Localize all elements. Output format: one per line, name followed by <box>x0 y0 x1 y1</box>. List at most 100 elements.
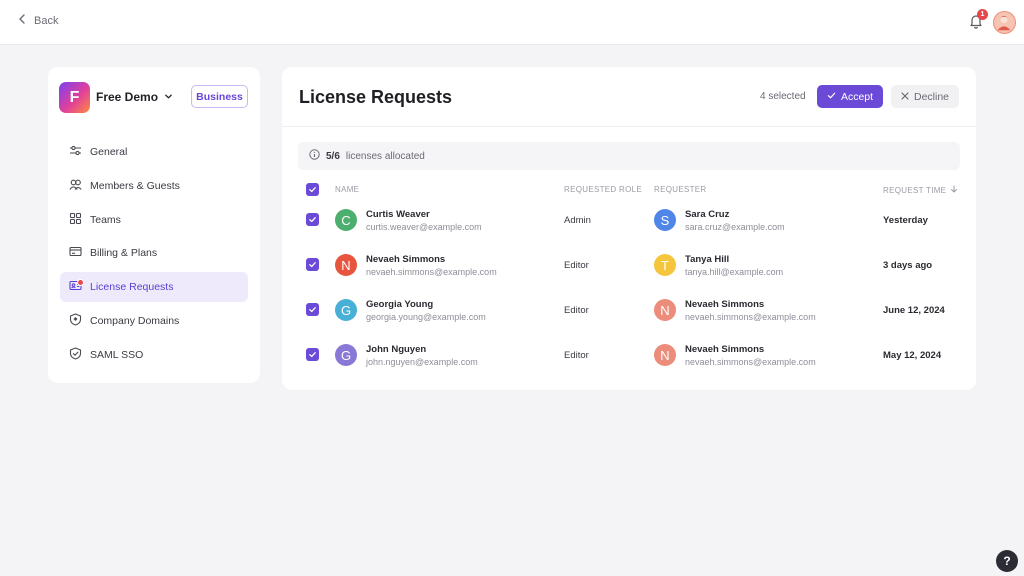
top-bar: Back 1 <box>0 0 1024 45</box>
avatar-initial: G <box>340 347 352 363</box>
sidebar-item-label: Company Domains <box>90 314 180 327</box>
page-title: License Requests <box>299 87 453 107</box>
user-name: Georgia Young <box>366 299 434 310</box>
request-time: Yesterday <box>883 215 928 226</box>
sidebar-item-label: Members & Guests <box>90 179 180 192</box>
close-icon <box>901 91 909 103</box>
requester-avatar: T <box>654 254 676 276</box>
request-time: June 12, 2024 <box>883 305 945 316</box>
accept-button[interactable]: Accept <box>817 85 883 108</box>
user-name: John Nguyen <box>366 344 427 355</box>
allocation-count: 5/6 <box>326 150 340 162</box>
decline-label: Decline <box>913 90 950 103</box>
request-time: 3 days ago <box>883 260 933 271</box>
avatar-initial: N <box>660 302 670 318</box>
sidebar-item-license-requests[interactable]: License Requests <box>60 272 248 303</box>
check-icon <box>827 91 836 103</box>
user-avatar: C <box>335 209 357 231</box>
notification-dot <box>77 279 84 287</box>
user-email: nevaeh.simmons@example.com <box>366 267 497 277</box>
column-header-time[interactable]: REQUEST TIME <box>883 185 958 195</box>
requester-name: Nevaeh Simmons <box>685 299 765 310</box>
sidebar-item-label: SAML SSO <box>90 348 144 361</box>
users-icon <box>69 178 82 194</box>
user-email: curtis.weaver@example.com <box>366 222 482 232</box>
requester-email: sara.cruz@example.com <box>685 222 785 232</box>
sidebar-item-label: License Requests <box>90 281 174 294</box>
row-checkbox[interactable] <box>306 258 319 271</box>
table-row[interactable]: C Curtis Weaver curtis.weaver@example.com A… <box>282 198 976 242</box>
sidebar-item-label: Teams <box>90 213 121 226</box>
license-allocation-banner: 5/6 licenses allocated <box>298 142 960 170</box>
requester-name: Tanya Hill <box>685 254 730 265</box>
column-header-name[interactable]: NAME <box>335 185 359 194</box>
requester-avatar: S <box>654 209 676 231</box>
avatar-initial: S <box>660 212 670 228</box>
column-header-requester[interactable]: REQUESTER <box>654 185 707 194</box>
plan-badge[interactable]: Business <box>191 85 248 108</box>
license-requests-panel: License Requests 4 selected Accept Decli… <box>282 67 976 390</box>
shield-check-icon <box>69 347 82 363</box>
requested-role: Admin <box>564 215 591 226</box>
user-email: john.nguyen@example.com <box>366 357 478 367</box>
column-header-role[interactable]: REQUESTED ROLE <box>564 185 642 194</box>
arrow-down-icon <box>950 185 958 195</box>
notification-count-badge: 1 <box>977 9 988 20</box>
sidebar-item-company-domains[interactable]: Company Domains <box>60 306 248 336</box>
row-checkbox[interactable] <box>306 303 319 316</box>
help-label: ? <box>1003 554 1011 568</box>
panel-header: License Requests 4 selected Accept Decli… <box>282 67 976 127</box>
requested-role: Editor <box>564 350 589 361</box>
workspace-logo: F <box>59 82 90 113</box>
chevron-left-icon <box>18 14 26 27</box>
user-avatar: N <box>335 254 357 276</box>
avatar-initial: N <box>660 347 670 363</box>
sidebar-item-saml-sso[interactable]: SAML SSO <box>60 340 248 370</box>
allocation-text: licenses allocated <box>345 150 425 162</box>
workspace-switcher[interactable]: Free Demo <box>96 90 173 104</box>
logo-letter: F <box>69 88 80 106</box>
table-row[interactable]: G John Nguyen john.nguyen@example.com Edito… <box>282 333 976 377</box>
user-name: Nevaeh Simmons <box>366 254 446 265</box>
sidebar-item-general[interactable]: General <box>60 137 248 167</box>
requester-name: Nevaeh Simmons <box>685 344 765 355</box>
chevron-down-icon <box>164 90 173 104</box>
table-header: NAME REQUESTED ROLE REQUESTER REQUEST TI… <box>282 182 976 197</box>
selected-count: 4 selected <box>760 91 806 102</box>
shield-icon <box>69 313 82 329</box>
settings-sidebar: F Free Demo Business General Members & G… <box>48 67 260 383</box>
grid-icon <box>69 212 82 228</box>
help-button[interactable]: ? <box>996 550 1018 572</box>
request-time: May 12, 2024 <box>883 350 942 361</box>
sidebar-item-teams[interactable]: Teams <box>60 205 248 235</box>
requested-role: Editor <box>564 305 589 316</box>
avatar-initial: N <box>341 257 351 273</box>
table-row[interactable]: G Georgia Young georgia.young@example.com E… <box>282 288 976 332</box>
row-checkbox[interactable] <box>306 348 319 361</box>
credit-card-icon <box>69 245 82 261</box>
user-avatar: G <box>335 299 357 321</box>
column-header-time-label: REQUEST TIME <box>883 185 947 195</box>
sidebar-item-label: General <box>90 146 128 158</box>
select-all-checkbox[interactable] <box>306 183 319 196</box>
requester-email: nevaeh.simmons@example.com <box>685 357 816 367</box>
info-icon <box>309 149 320 163</box>
avatar-initial: G <box>340 302 352 318</box>
settings-nav: General Members & Guests Teams Billing &… <box>60 137 248 374</box>
sidebar-item-members-guests[interactable]: Members & Guests <box>60 171 248 201</box>
sidebar-item-label: Billing & Plans <box>90 247 158 260</box>
requester-avatar: N <box>654 344 676 366</box>
user-name: Curtis Weaver <box>366 209 430 220</box>
requested-role: Editor <box>564 260 589 271</box>
workspace-name: Free Demo <box>96 90 159 104</box>
back-button[interactable]: Back <box>18 14 58 27</box>
decline-button[interactable]: Decline <box>891 85 959 108</box>
user-email: georgia.young@example.com <box>366 312 486 322</box>
row-checkbox[interactable] <box>306 213 319 226</box>
user-avatar[interactable] <box>993 11 1016 34</box>
requester-name: Sara Cruz <box>685 209 730 220</box>
table-row[interactable]: N Nevaeh Simmons nevaeh.simmons@example.co… <box>282 243 976 287</box>
notifications-button[interactable]: 1 <box>968 9 988 31</box>
sidebar-item-billing-plans[interactable]: Billing & Plans <box>60 238 248 268</box>
user-avatar: G <box>335 344 357 366</box>
